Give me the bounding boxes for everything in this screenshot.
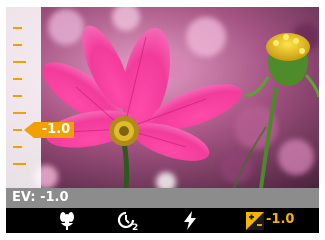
viewfinder-photo <box>6 7 319 188</box>
menu-item-exposure[interactable]: -1.0 <box>244 208 304 233</box>
exposure-value: -1.0 <box>266 212 295 227</box>
ev-scale-tick <box>13 27 22 29</box>
ev-scale-tick <box>13 163 26 165</box>
menu-item-flash[interactable] <box>181 208 199 233</box>
ev-scale[interactable] <box>6 7 41 188</box>
camera-lcd-screen: -1.0 EV: -1.0 2 -1.0 <box>6 7 319 233</box>
svg-text:2: 2 <box>132 223 138 231</box>
ev-marker-value: -1.0 <box>41 122 71 137</box>
ev-scale-tick <box>13 112 26 114</box>
status-bar: EV: -1.0 <box>6 188 319 208</box>
exposure-compensation-icon <box>246 212 264 230</box>
menu-item-macro[interactable] <box>56 208 78 233</box>
flash-icon <box>184 211 196 230</box>
ev-scale-tick <box>13 44 22 46</box>
menu-item-self-timer[interactable]: 2 <box>116 208 140 233</box>
ev-scale-marker[interactable]: -1.0 <box>24 119 74 141</box>
status-text: EV: -1.0 <box>12 190 69 205</box>
macro-flower-icon <box>60 212 74 230</box>
ev-scale-tick <box>13 146 22 148</box>
self-timer-2s-icon: 2 <box>117 211 138 231</box>
ev-scale-tick <box>13 78 22 80</box>
ev-scale-tick <box>13 95 22 97</box>
ev-scale-tick <box>13 61 26 63</box>
ev-scale-tick <box>13 129 22 131</box>
settings-menu-bar: 2 -1.0 <box>6 208 319 233</box>
